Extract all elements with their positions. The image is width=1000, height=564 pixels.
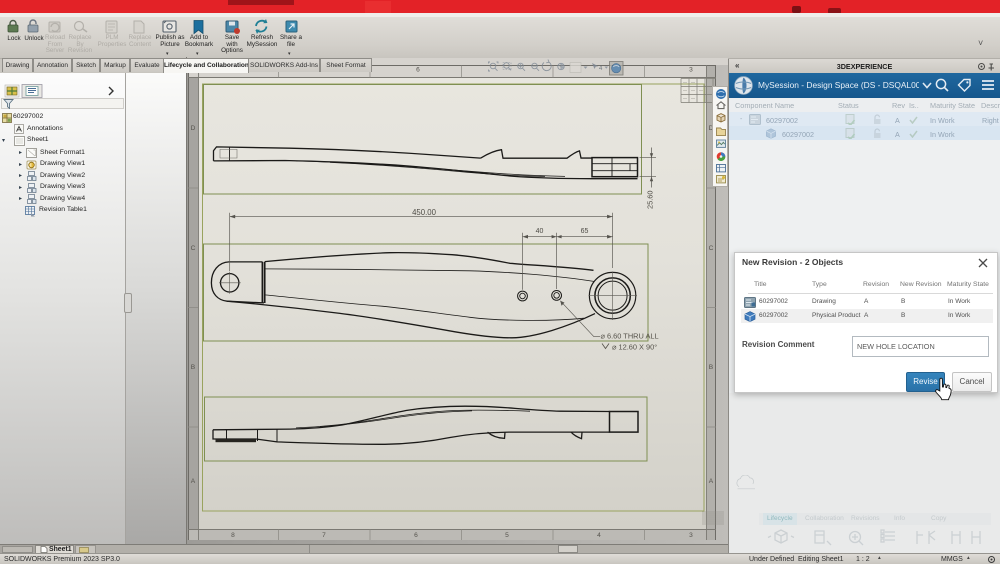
svg-text:65: 65 <box>581 228 589 235</box>
svg-text:D: D <box>191 125 196 132</box>
svg-text:5: 5 <box>505 532 509 539</box>
svg-text:A: A <box>191 478 196 485</box>
svg-text:6: 6 <box>414 532 418 539</box>
svg-text:B: B <box>191 364 196 371</box>
svg-text:7: 7 <box>322 532 326 539</box>
svg-text:3: 3 <box>689 532 693 539</box>
svg-text:B: B <box>709 364 714 371</box>
svg-text:40: 40 <box>536 228 544 235</box>
svg-text:4: 4 <box>597 532 601 539</box>
svg-text:C: C <box>191 245 196 252</box>
svg-text:25.60: 25.60 <box>646 191 655 210</box>
svg-text:450.00: 450.00 <box>412 208 437 217</box>
svg-text:⌀ 6.60 THRU ALL: ⌀ 6.60 THRU ALL <box>601 332 659 341</box>
svg-text:A: A <box>709 478 714 485</box>
svg-text:⌀ 12.60 X 90°: ⌀ 12.60 X 90° <box>612 343 657 352</box>
svg-text:C: C <box>709 245 714 252</box>
svg-text:8: 8 <box>231 532 235 539</box>
